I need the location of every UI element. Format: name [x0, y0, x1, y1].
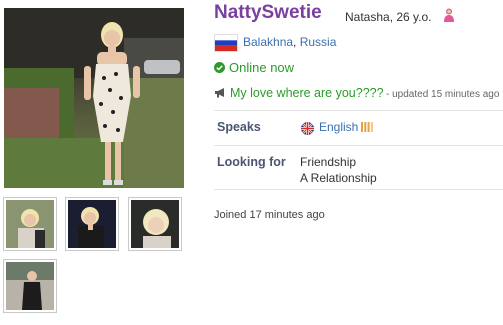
- section-divider: [214, 110, 503, 111]
- profile-thumbnail-2[interactable]: [65, 197, 119, 251]
- profile-thumbnail-1[interactable]: [3, 197, 57, 251]
- location-country-link[interactable]: Russia: [300, 35, 337, 49]
- thumbnail-image: [6, 262, 54, 310]
- status-updated-time: - updated 15 minutes ago: [386, 89, 500, 100]
- online-check-icon: [214, 62, 225, 73]
- profile-thumbnail-3[interactable]: [128, 197, 182, 251]
- thumbnail-image: [6, 200, 54, 248]
- profile-location: Balakhna, Russia: [243, 35, 336, 49]
- looking-for-label: Looking for: [217, 155, 286, 169]
- thumbnail-image: [131, 200, 179, 248]
- location-separator: ,: [293, 35, 300, 49]
- section-divider: [214, 145, 503, 146]
- russia-flag-icon: [214, 34, 238, 52]
- section-divider: [214, 189, 503, 190]
- female-user-icon: [444, 8, 454, 22]
- status-message: My love where are you????: [230, 86, 384, 100]
- thumbnail-image: [68, 200, 116, 248]
- megaphone-icon: [215, 88, 224, 98]
- profile-main-photo[interactable]: [4, 8, 184, 188]
- joined-time: Joined 17 minutes ago: [214, 209, 325, 221]
- looking-for-item: A Relationship: [300, 171, 377, 185]
- looking-for-item: Friendship: [300, 155, 357, 169]
- language-english: English: [319, 120, 359, 134]
- location-city-link[interactable]: Balakhna: [243, 35, 293, 49]
- language-level-bars-icon: [361, 122, 373, 132]
- profile-username[interactable]: NattySwetie: [214, 2, 322, 24]
- uk-flag-icon: [301, 122, 314, 135]
- online-status: Online now: [229, 60, 295, 75]
- speaks-label: Speaks: [217, 120, 261, 134]
- profile-photo-image: [4, 8, 184, 188]
- profile-thumbnail-4[interactable]: [3, 259, 57, 313]
- profile-name-age: Natasha, 26 y.o.: [345, 10, 432, 24]
